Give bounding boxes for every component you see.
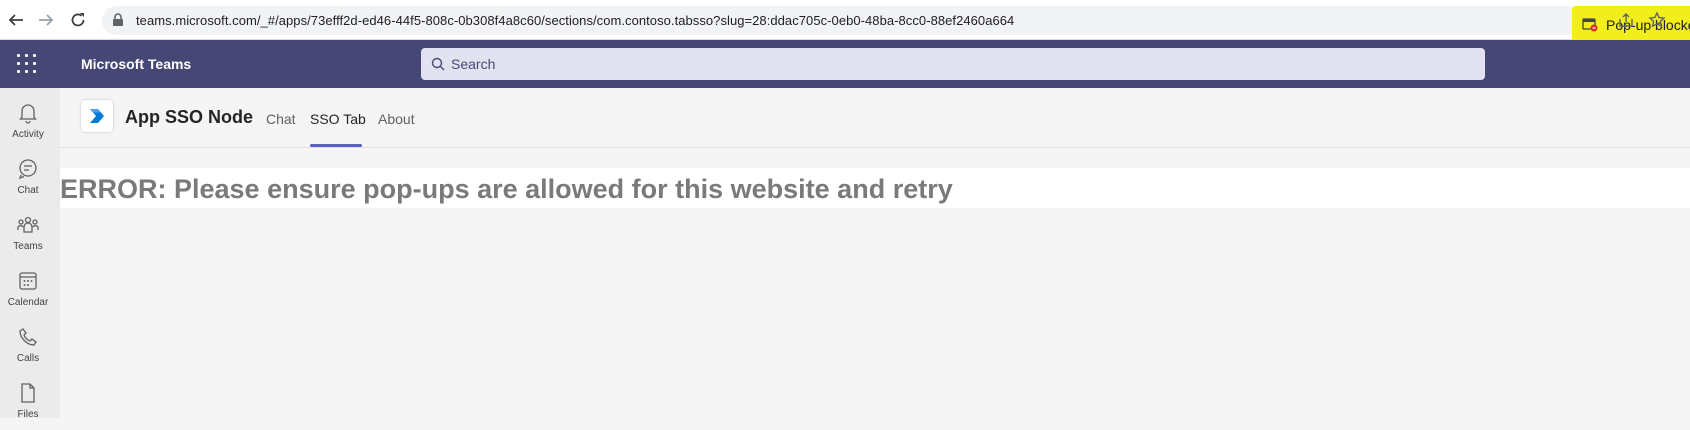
chat-icon bbox=[18, 159, 37, 180]
search-placeholder: Search bbox=[451, 56, 496, 72]
app-logo-icon bbox=[90, 109, 104, 123]
address-bar[interactable]: teams.microsoft.com/_#/apps/73efff2d-ed4… bbox=[102, 6, 1690, 43]
popup-blocked-icon bbox=[1582, 18, 1598, 32]
share-icon[interactable] bbox=[1618, 12, 1634, 28]
rail-label-teams: Teams bbox=[13, 241, 43, 252]
search-icon bbox=[431, 57, 445, 71]
rail-item-chat[interactable]: Chat bbox=[0, 150, 56, 206]
phone-icon bbox=[19, 328, 37, 346]
rail-label-calls: Calls bbox=[16, 353, 40, 364]
rail-item-files[interactable]: Files bbox=[0, 374, 56, 430]
app-title: App SSO Node bbox=[125, 107, 254, 127]
rail-label-chat: Chat bbox=[17, 185, 39, 196]
rail-label-files: Files bbox=[17, 409, 39, 420]
browser-toolbar: teams.microsoft.com/_#/apps/73efff2d-ed4… bbox=[0, 0, 1690, 43]
rail-item-calendar[interactable]: Calendar bbox=[0, 262, 56, 318]
tab-sso[interactable]: SSO Tab bbox=[310, 111, 366, 127]
search-input[interactable]: Search bbox=[421, 48, 1485, 80]
tab-chat[interactable]: Chat bbox=[266, 111, 296, 127]
arrow-right-icon bbox=[39, 14, 54, 26]
back-button[interactable] bbox=[4, 8, 28, 32]
reload-button[interactable] bbox=[66, 8, 90, 32]
rail-item-calls[interactable]: Calls bbox=[0, 318, 56, 374]
rail-label-activity: Activity bbox=[12, 129, 44, 140]
bell-icon bbox=[19, 104, 37, 124]
teams-header: Microsoft Teams Search bbox=[0, 40, 1690, 88]
app-logo bbox=[81, 100, 113, 132]
rail-label-calendar: Calendar bbox=[7, 297, 49, 308]
rail-item-teams[interactable]: Teams bbox=[0, 206, 56, 262]
tab-about[interactable]: About bbox=[378, 111, 415, 127]
calendar-icon bbox=[19, 272, 37, 290]
arrow-left-icon bbox=[8, 14, 23, 26]
reload-icon bbox=[71, 13, 85, 27]
teams-icon bbox=[17, 216, 39, 233]
app-tab-header: App SSO Node Chat SSO Tab About bbox=[60, 88, 1690, 148]
active-tab-indicator bbox=[310, 144, 362, 147]
lock-icon bbox=[113, 13, 123, 26]
forward-button[interactable] bbox=[34, 8, 58, 32]
url-text: teams.microsoft.com/_#/apps/73efff2d-ed4… bbox=[136, 13, 1015, 28]
bookmark-star-icon[interactable] bbox=[1648, 11, 1666, 29]
left-app-rail: Activity Chat Teams Calendar Calls Files bbox=[0, 88, 60, 420]
teams-app-name: Microsoft Teams bbox=[81, 56, 192, 72]
error-message: ERROR: Please ensure pop-ups are allowed… bbox=[60, 174, 953, 204]
rail-item-activity[interactable]: Activity bbox=[0, 94, 56, 150]
error-banner: ERROR: Please ensure pop-ups are allowed… bbox=[60, 168, 1690, 208]
file-icon bbox=[21, 383, 35, 403]
app-launcher-grid-icon[interactable] bbox=[17, 54, 37, 74]
